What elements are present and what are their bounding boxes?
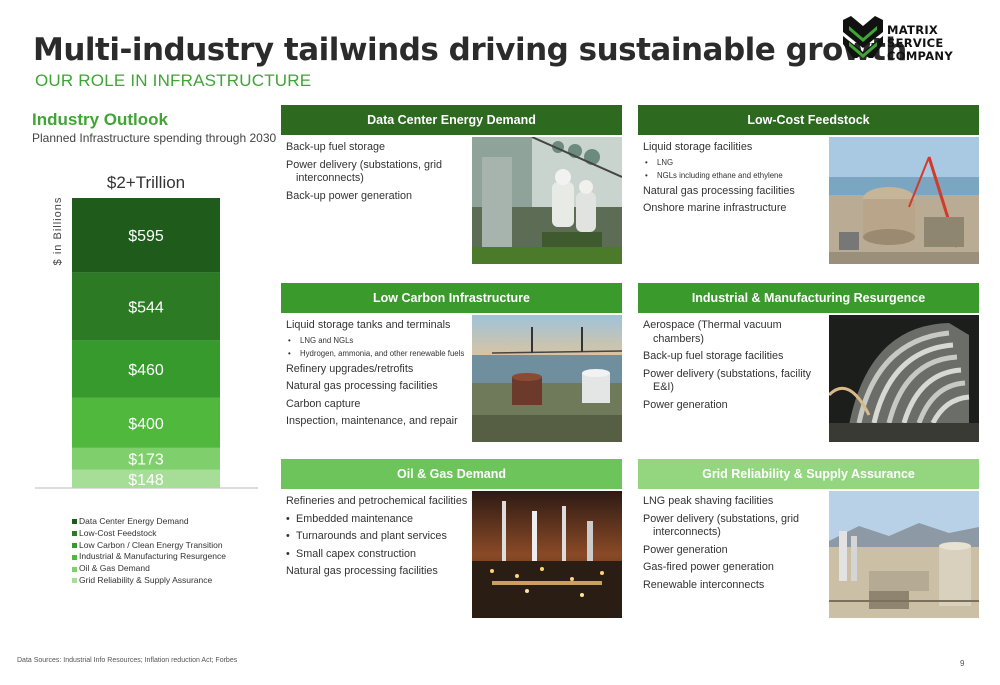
chart-legend: Data Center Energy Demand Low-Cost Feedst… — [72, 516, 226, 587]
legend-label: Grid Reliability & Supply Assurance — [79, 574, 213, 585]
card-body: Refineries and petrochemical facilities E… — [281, 489, 622, 624]
legend-item: Low-Cost Feedstock — [72, 528, 226, 540]
card-body: Back-up fuel storage Power delivery (subs… — [281, 135, 622, 270]
legend-label: Industrial & Manufacturing Resurgence — [79, 551, 226, 562]
card-title: Low-Cost Feedstock — [638, 105, 979, 135]
card-item: Power delivery (substations, grid interc… — [643, 512, 800, 539]
card-item: Back-up power generation — [286, 189, 413, 202]
card-subitem: LNG — [643, 158, 828, 168]
bar-label-3: $460 — [128, 362, 164, 379]
lng-peak-shaving-plant-photo — [829, 491, 979, 618]
page-number: 9 — [960, 659, 965, 668]
utility-workers-photo — [472, 137, 622, 264]
legend-swatch — [72, 531, 77, 537]
card-item: Renewable interconnects — [643, 578, 765, 591]
page-subtitle: OUR ROLE IN INFRASTRUCTURE — [35, 71, 312, 90]
outlook-subtitle: Planned Infrastructure spending through … — [32, 131, 277, 145]
card-title: Data Center Energy Demand — [281, 105, 622, 135]
card-item: Natural gas processing facilities — [643, 184, 795, 197]
card-item: Turnarounds and plant services — [286, 530, 471, 544]
card-item: Liquid storage tanks and terminals — [286, 319, 451, 331]
card-item: Aerospace (Thermal vacuum chambers) — [643, 319, 782, 345]
legend-swatch — [72, 519, 77, 525]
card-text: Liquid storage facilities LNG NGLs includi… — [643, 141, 828, 220]
card-item: Power generation — [643, 543, 728, 556]
card-item: Onshore marine infrastructure — [643, 202, 787, 214]
card-subitem: NGLs including ethane and ethylene — [643, 171, 828, 181]
legend-item: Low Carbon / Clean Energy Transition — [72, 540, 226, 552]
card-item: Back-up fuel storage facilities — [643, 350, 784, 362]
legend-swatch — [72, 554, 77, 560]
company-logo: MATRIX SERVICE COMPANY — [843, 16, 993, 63]
card-title: Low Carbon Infrastructure — [281, 283, 622, 313]
card-text: Back-up fuel storage Power delivery (subs… — [286, 141, 471, 207]
legend-swatch — [72, 566, 77, 572]
card-subitem: LNG and NGLs — [286, 336, 471, 346]
card-body: Aerospace (Thermal vacuum chambers) Back-… — [638, 313, 979, 448]
card-item: Carbon capture — [286, 397, 361, 410]
card-item: Small capex construction — [286, 548, 471, 562]
card-body: Liquid storage facilities LNG NGLs includi… — [638, 135, 979, 270]
bar-label-4: $400 — [128, 416, 164, 433]
card-item: Power delivery (substations, facility E&… — [643, 367, 812, 394]
legend-swatch — [72, 542, 77, 548]
card-title: Oil & Gas Demand — [281, 459, 622, 489]
page-title: Multi-industry tailwinds driving sustain… — [33, 32, 907, 68]
legend-label: Low-Cost Feedstock — [79, 527, 157, 538]
card-text: LNG peak shaving facilities Power deliver… — [643, 495, 828, 596]
card-item: Back-up fuel storage — [286, 141, 386, 153]
storage-tank-construction-photo — [829, 137, 979, 264]
card-item: Refinery upgrades/retrofits — [286, 362, 414, 375]
card-1: Data Center Energy Demand Back-up fuel st… — [281, 105, 622, 270]
card-item: LNG peak shaving facilities — [643, 495, 774, 507]
bar-label-2: $544 — [128, 299, 164, 316]
legend-item: Industrial & Manufacturing Resurgence — [72, 551, 226, 563]
y-axis-label: $ in Billions — [52, 197, 64, 266]
legend-item: Grid Reliability & Supply Assurance — [72, 575, 226, 587]
card-subitem: Hydrogen, ammonia, and other renewable f… — [286, 349, 471, 359]
card-text: Liquid storage tanks and terminals LNG an… — [286, 319, 471, 433]
card-text: Aerospace (Thermal vacuum chambers) Back-… — [643, 319, 828, 416]
card-item: Gas-fired power generation — [643, 561, 774, 573]
card-6: Grid Reliability & Supply Assurance LNG p… — [638, 459, 979, 624]
card-item: Power generation — [643, 398, 728, 411]
card-3: Low Carbon Infrastructure Liquid storage … — [281, 283, 622, 448]
card-2: Low-Cost Feedstock Liquid storage facilit… — [638, 105, 979, 270]
card-title: Industrial & Manufacturing Resurgence — [638, 283, 979, 313]
bar-label-6: $148 — [128, 472, 164, 489]
card-item: Natural gas processing facilities — [286, 565, 438, 577]
coastal-terminal-photo — [472, 315, 622, 442]
card-title: Grid Reliability & Supply Assurance — [638, 459, 979, 489]
card-item: Inspection, maintenance, and repair — [286, 415, 458, 427]
card-item: Natural gas processing facilities — [286, 380, 438, 392]
chart-total-label: $2+Trillion — [107, 173, 185, 192]
card-item: Refineries and petrochemical facilities — [286, 495, 468, 507]
legend-label: Oil & Gas Demand — [79, 563, 150, 574]
bar-label-1: $595 — [128, 228, 164, 245]
card-body: LNG peak shaving facilities Power deliver… — [638, 489, 979, 624]
refinery-at-night-photo — [472, 491, 622, 618]
card-body: Liquid storage tanks and terminals LNG an… — [281, 313, 622, 448]
footnote: Data Sources: Industrial Info Resources;… — [17, 657, 238, 664]
card-item: Embedded maintenance — [286, 513, 471, 527]
logo-line-1: MATRIX SERVICE — [887, 23, 944, 50]
thermal-vacuum-chamber-photo — [829, 315, 979, 442]
card-item: Liquid storage facilities — [643, 141, 753, 153]
bar-label-5: $173 — [128, 452, 164, 469]
legend-item: Data Center Energy Demand — [72, 516, 226, 528]
legend-item: Oil & Gas Demand — [72, 563, 226, 575]
card-5: Oil & Gas Demand Refineries and petrochem… — [281, 459, 622, 624]
legend-label: Data Center Energy Demand — [79, 516, 189, 526]
stacked-bar-chart: $2+Trillion $ in Billions $148 $173 $400 $460… — [35, 173, 258, 489]
matrix-logo-icon — [843, 16, 883, 58]
card-text: Refineries and petrochemical facilities E… — [286, 495, 471, 583]
card-4: Industrial & Manufacturing Resurgence Aer… — [638, 283, 979, 448]
outlook-title: Industry Outlook — [32, 110, 168, 129]
logo-line-2: COMPANY — [887, 49, 953, 63]
legend-swatch — [72, 578, 77, 584]
legend-label: Low Carbon / Clean Energy Transition — [79, 539, 223, 550]
card-item: Power delivery (substations, grid interc… — [286, 158, 443, 185]
